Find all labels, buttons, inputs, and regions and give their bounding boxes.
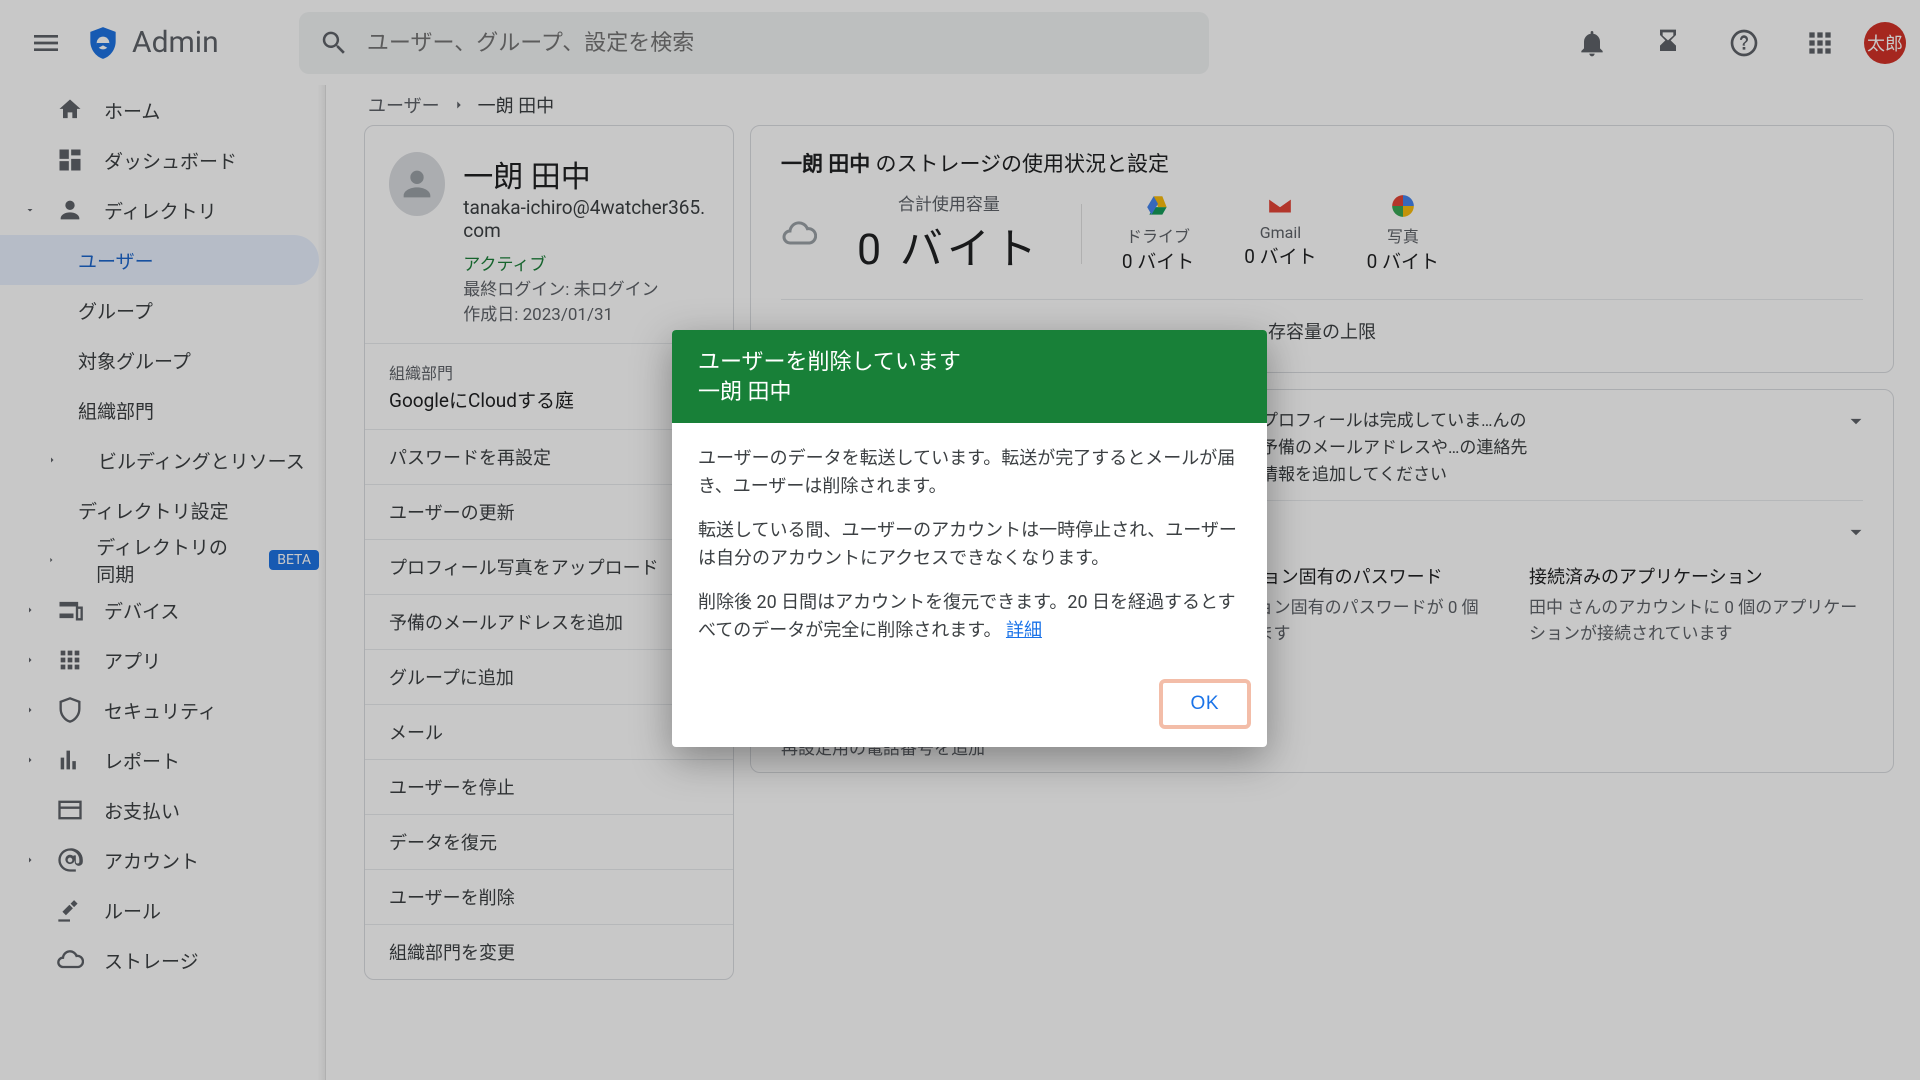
dialog-title: ユーザーを削除しています 一朗 田中 <box>698 348 1241 407</box>
delete-user-dialog: ユーザーを削除しています 一朗 田中 ユーザーのデータを転送しています。転送が完… <box>672 330 1267 747</box>
dialog-para-1: ユーザーのデータを転送しています。転送が完了するとメールが届き、ユーザーは削除さ… <box>698 445 1241 501</box>
learn-more-link[interactable]: 詳細 <box>1006 620 1042 641</box>
dialog-para-3: 削除後 20 日間はアカウントを復元できます。20 日を経過するとすべてのデータ… <box>698 589 1241 645</box>
ok-button[interactable]: OK <box>1159 679 1251 729</box>
dialog-para-2: 転送している間、ユーザーのアカウントは一時停止され、ユーザーは自分のアカウントに… <box>698 517 1241 573</box>
